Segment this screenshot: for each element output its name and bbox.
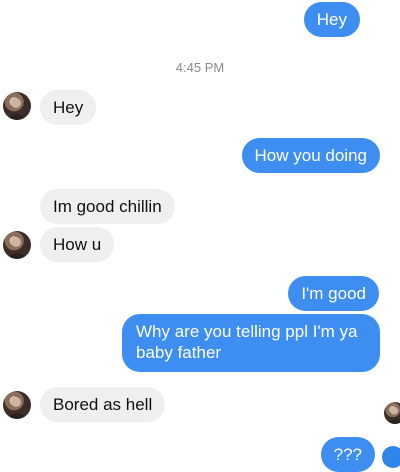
message-outgoing-im-good[interactable]: I'm good xyxy=(288,276,379,311)
delivered-status-icon xyxy=(382,446,400,468)
message-outgoing-hey[interactable]: Hey xyxy=(303,2,360,37)
read-receipt-avatar-icon xyxy=(384,402,400,424)
message-incoming-bored-as-hell[interactable]: Bored as hell xyxy=(40,387,166,422)
message-outgoing-baby-father[interactable]: Why are you telling ppl I'm ya baby fath… xyxy=(122,314,380,372)
message-incoming-how-u[interactable]: How u xyxy=(40,227,115,262)
message-incoming-hey[interactable]: Hey xyxy=(40,90,97,125)
contact-avatar-icon[interactable] xyxy=(3,92,31,120)
timestamp: 4:45 PM xyxy=(175,60,225,75)
message-outgoing-question-marks[interactable]: ??? xyxy=(320,437,375,472)
message-incoming-im-good-chillin[interactable]: Im good chillin xyxy=(40,189,175,224)
contact-avatar-icon[interactable] xyxy=(3,391,31,419)
message-outgoing-how-you-doing[interactable]: How you doing xyxy=(241,138,380,173)
contact-avatar-icon[interactable] xyxy=(3,231,31,259)
